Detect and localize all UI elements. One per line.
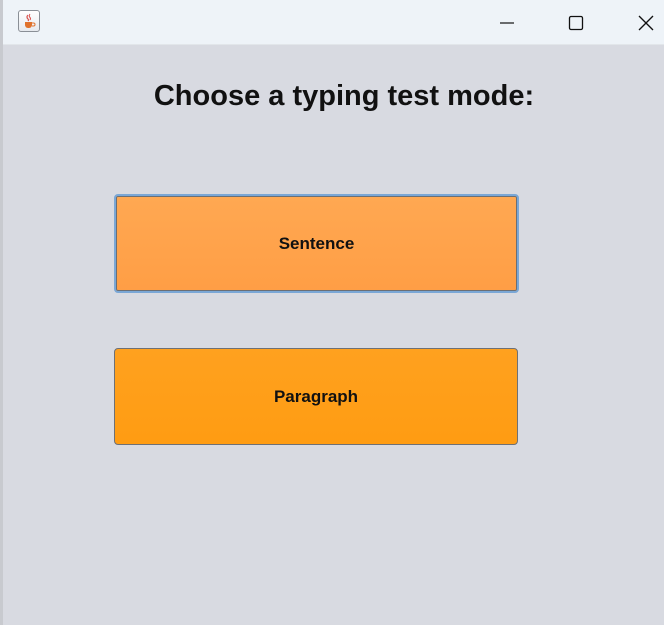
paragraph-button-label: Paragraph (273, 386, 359, 406)
app-window: Choose a typing test mode: Sentence Para… (0, 0, 664, 625)
minimize-icon (500, 21, 514, 24)
maximize-button[interactable] (553, 0, 599, 45)
minimize-button[interactable] (484, 0, 530, 45)
sentence-mode-button[interactable]: Sentence (114, 194, 519, 293)
page-title: Choose a typing test mode: (153, 80, 535, 112)
sentence-button-label: Sentence (278, 233, 355, 253)
close-icon (638, 15, 654, 30)
paragraph-mode-button[interactable]: Paragraph (114, 348, 518, 445)
title-bar[interactable] (3, 0, 664, 45)
close-button[interactable] (623, 0, 664, 45)
maximize-icon (568, 15, 584, 30)
java-cup-icon[interactable] (18, 10, 40, 32)
